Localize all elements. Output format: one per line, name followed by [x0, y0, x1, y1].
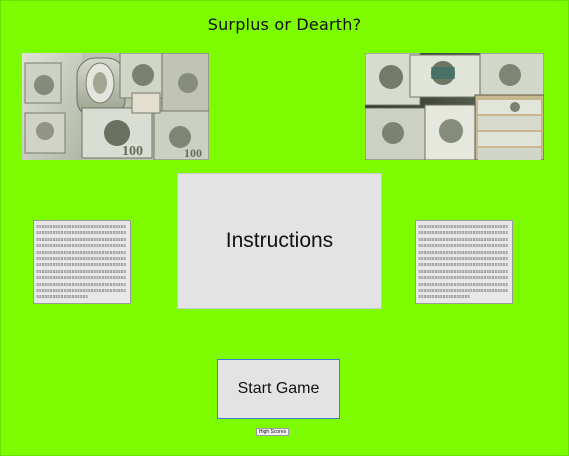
- instructions-button[interactable]: Instructions: [177, 173, 382, 309]
- money-rolls-photo: 100 100: [22, 53, 209, 160]
- instructions-button-label: Instructions: [225, 229, 334, 252]
- pattern-text-left: ssssssssssssssssssssssssssssssssssssssss…: [36, 224, 126, 301]
- start-game-button-label: Start Game: [237, 380, 320, 397]
- pattern-panel-right: ssssssssssssssssssssssssssssssssssssssss…: [415, 220, 513, 304]
- pattern-text-right: ssssssssssssssssssssssssssssssssssssssss…: [418, 224, 508, 301]
- start-game-button[interactable]: Start Game: [217, 359, 340, 419]
- high-scores-button-label: High Scores: [258, 428, 287, 435]
- high-scores-button[interactable]: High Scores: [256, 428, 289, 436]
- money-stacks-photo: [365, 53, 544, 160]
- pattern-panel-left: ssssssssssssssssssssssssssssssssssssssss…: [33, 220, 131, 304]
- page-title: Surplus or Dearth?: [207, 15, 362, 34]
